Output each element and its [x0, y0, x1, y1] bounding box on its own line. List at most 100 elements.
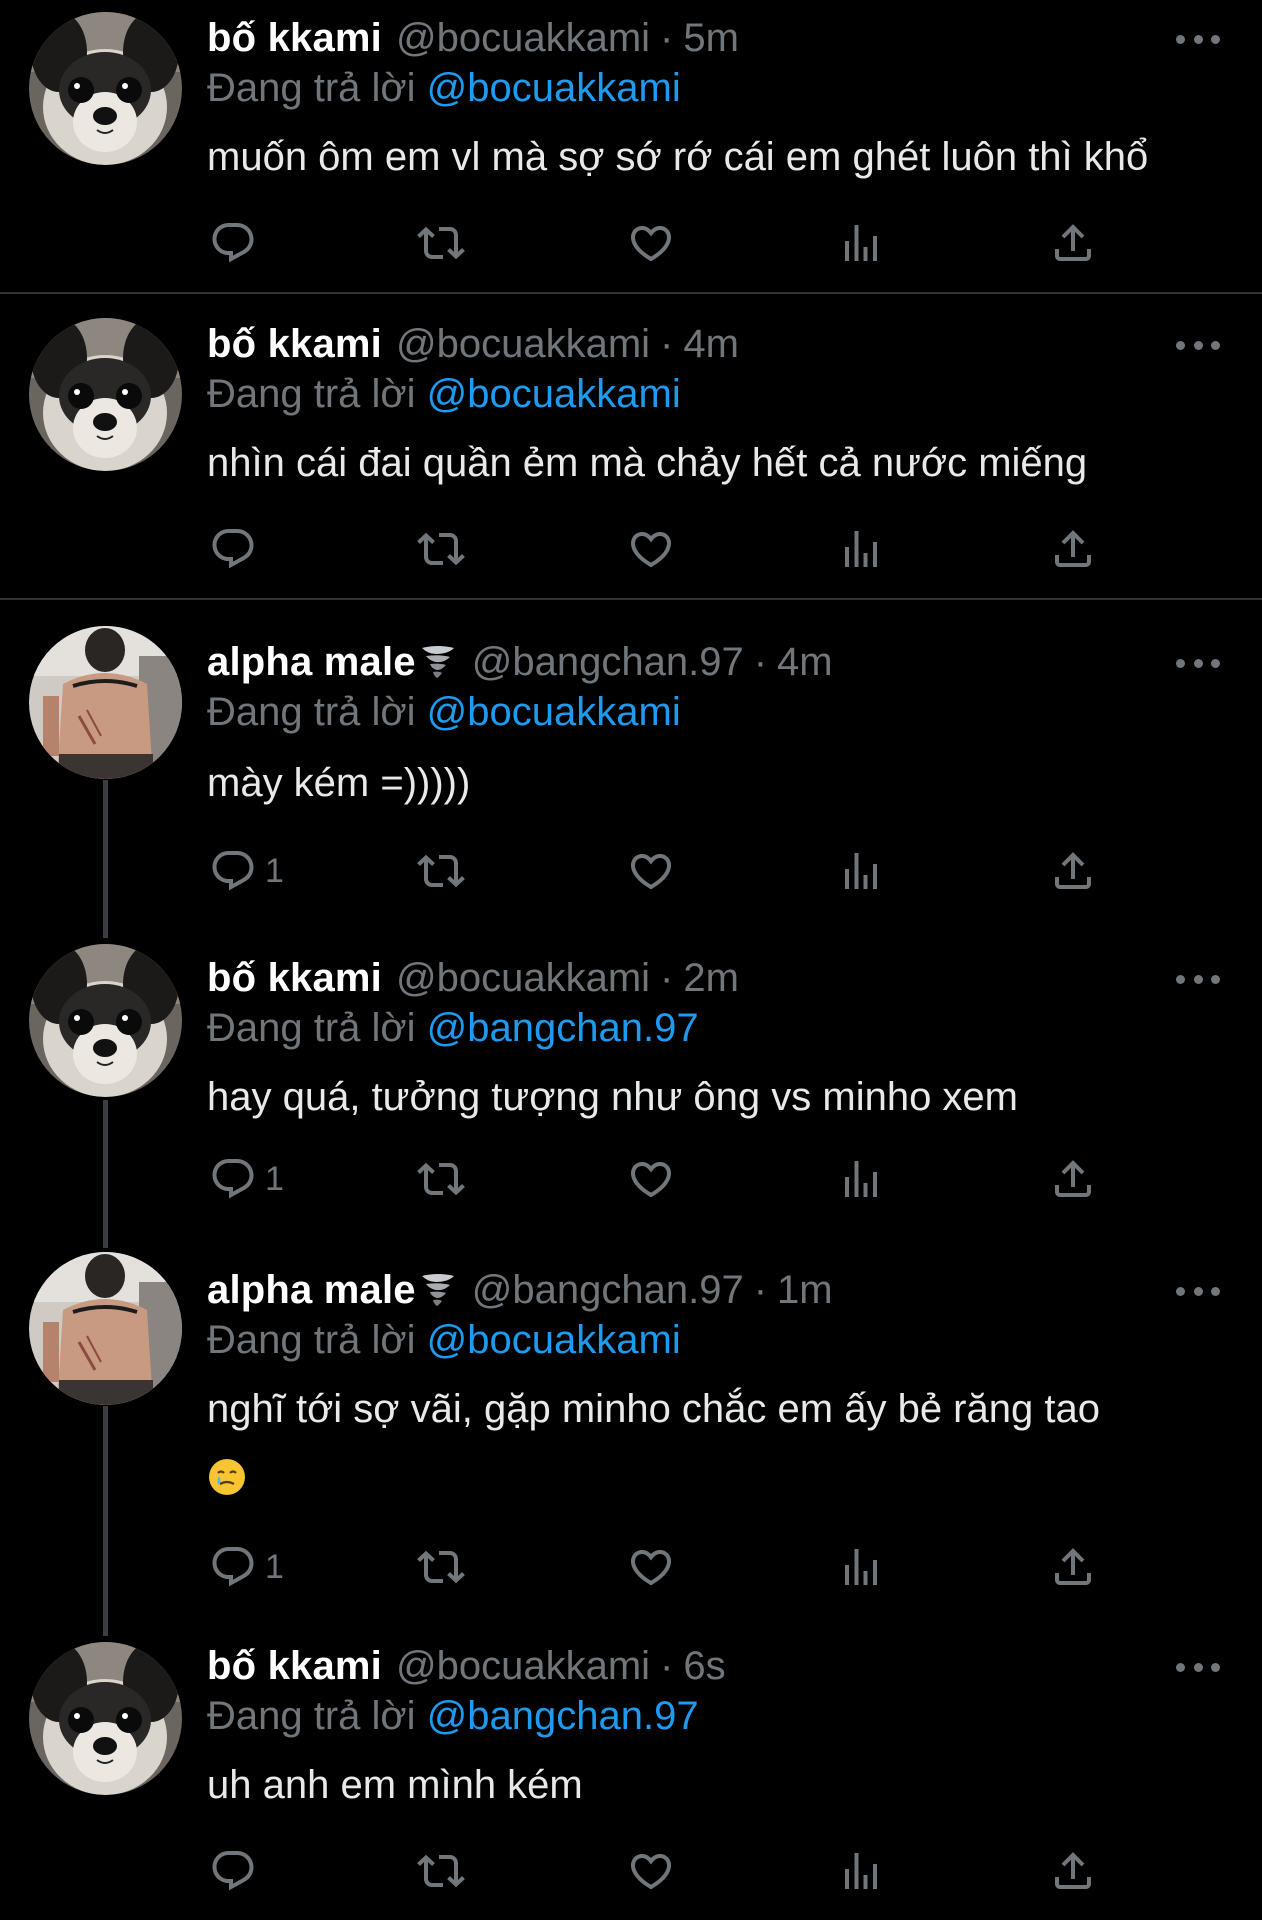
retweet-button[interactable] — [417, 218, 465, 268]
tweet-text: nhìn cái đai quần ẻm mà chảy hết cả nước… — [207, 441, 1088, 485]
tweet[interactable]: bố kkami @bocuakkami · 5m Đang trả lời @… — [0, 0, 1262, 292]
timestamp[interactable]: 4m — [777, 640, 833, 685]
more-options-icon[interactable] — [1176, 1660, 1220, 1674]
reply-icon — [209, 1543, 257, 1591]
reply-mention-link[interactable]: @bangchan.97 — [427, 1006, 699, 1050]
tweet-header: bố kkami @bocuakkami · 2m — [207, 952, 739, 1004]
tweet[interactable]: alpha male @bangchan.97 · 4m Đang trả lờ… — [0, 614, 1262, 934]
tweet-text: hay quá, tưởng tượng như ông vs minho xe… — [207, 1075, 1018, 1119]
avatar[interactable] — [29, 626, 182, 779]
more-options-icon[interactable] — [1176, 1284, 1220, 1298]
views-button[interactable] — [837, 1846, 885, 1896]
reply-button[interactable]: 1 — [209, 1154, 284, 1204]
display-name[interactable]: alpha male — [207, 640, 416, 685]
avatar[interactable] — [29, 944, 182, 1097]
reply-button[interactable] — [209, 218, 265, 268]
tweet[interactable]: bố kkami @bocuakkami · 4m Đang trả lời @… — [0, 298, 1262, 598]
retweet-button[interactable] — [417, 1154, 465, 1204]
views-button[interactable] — [837, 1154, 885, 1204]
more-options-icon[interactable] — [1176, 338, 1220, 352]
views-button[interactable] — [837, 218, 885, 268]
display-name[interactable]: bố kkami — [207, 16, 382, 61]
tweet[interactable]: alpha male @bangchan.97 · 1m Đang trả lờ… — [0, 1244, 1262, 1640]
replying-label: Đang trả lời — [207, 1006, 416, 1050]
retweet-button[interactable] — [417, 524, 465, 574]
reply-button[interactable]: 1 — [209, 846, 284, 896]
share-button[interactable] — [1049, 1154, 1097, 1204]
reply-button[interactable] — [209, 524, 265, 574]
user-handle[interactable]: @bocuakkami — [396, 956, 650, 1001]
tornado-emoji-icon — [418, 1270, 458, 1310]
avatar[interactable] — [29, 1642, 182, 1795]
share-button[interactable] — [1049, 846, 1097, 896]
reply-button[interactable] — [209, 1846, 265, 1896]
more-options-icon[interactable] — [1176, 972, 1220, 986]
person-back-avatar-icon — [29, 626, 182, 779]
separator-dot: · — [753, 1267, 768, 1312]
reply-mention-link[interactable]: @bangchan.97 — [427, 1694, 699, 1738]
timestamp[interactable]: 1m — [777, 1268, 833, 1313]
share-icon — [1049, 1155, 1097, 1203]
like-icon — [627, 525, 675, 573]
user-handle[interactable]: @bocuakkami — [396, 322, 650, 367]
views-button[interactable] — [837, 846, 885, 896]
reply-button[interactable]: 1 — [209, 1542, 284, 1592]
timestamp[interactable]: 4m — [683, 322, 739, 367]
tweet[interactable]: bố kkami @bocuakkami · 6s Đang trả lời @… — [0, 1640, 1262, 1920]
share-button[interactable] — [1049, 524, 1097, 574]
tornado-emoji-icon — [418, 642, 458, 682]
reply-mention-link[interactable]: @bocuakkami — [427, 1318, 681, 1362]
retweet-button[interactable] — [417, 846, 465, 896]
user-handle[interactable]: @bocuakkami — [396, 1644, 650, 1689]
retweet-icon — [417, 219, 465, 267]
replying-to: Đang trả lời @bocuakkami — [207, 1318, 681, 1363]
dog-avatar-icon — [29, 1642, 182, 1795]
display-name[interactable]: alpha male — [207, 1268, 416, 1313]
views-icon — [837, 1155, 885, 1203]
timestamp[interactable]: 6s — [683, 1644, 725, 1689]
timestamp[interactable]: 2m — [683, 956, 739, 1001]
dog-avatar-icon — [29, 318, 182, 471]
views-icon — [837, 219, 885, 267]
views-button[interactable] — [837, 1542, 885, 1592]
like-icon — [627, 1543, 675, 1591]
share-button[interactable] — [1049, 1542, 1097, 1592]
reply-mention-link[interactable]: @bocuakkami — [427, 372, 681, 416]
avatar[interactable] — [29, 1252, 182, 1405]
display-name[interactable]: bố kkami — [207, 1644, 382, 1689]
replying-to: Đang trả lời @bocuakkami — [207, 372, 681, 417]
like-button[interactable] — [627, 524, 675, 574]
avatar[interactable] — [29, 318, 182, 471]
views-button[interactable] — [837, 524, 885, 574]
reply-mention-link[interactable]: @bocuakkami — [427, 690, 681, 734]
more-options-icon[interactable] — [1176, 32, 1220, 46]
tweet[interactable]: bố kkami @bocuakkami · 2m Đang trả lời @… — [0, 934, 1262, 1244]
user-handle[interactable]: @bangchan.97 — [472, 640, 744, 685]
separator-dot: · — [660, 1643, 674, 1688]
user-handle[interactable]: @bangchan.97 — [472, 1268, 744, 1313]
separator-dot: · — [660, 955, 674, 1000]
like-button[interactable] — [627, 1542, 675, 1592]
retweet-button[interactable] — [417, 1846, 465, 1896]
like-button[interactable] — [627, 1846, 675, 1896]
views-icon — [837, 525, 885, 573]
like-button[interactable] — [627, 846, 675, 896]
reply-icon — [209, 1155, 257, 1203]
like-button[interactable] — [627, 218, 675, 268]
dog-avatar-icon — [29, 944, 182, 1097]
tweet-text-body: nghĩ tới sợ vãi, gặp minho chắc em ấy bẻ… — [207, 1387, 1100, 1431]
tweet-text: muốn ôm em vl mà sợ sớ rớ cái em ghét lu… — [207, 135, 1149, 179]
replying-to: Đang trả lời @bangchan.97 — [207, 1006, 699, 1051]
share-icon — [1049, 219, 1097, 267]
avatar[interactable] — [29, 12, 182, 165]
display-name[interactable]: bố kkami — [207, 956, 382, 1001]
share-button[interactable] — [1049, 1846, 1097, 1896]
share-button[interactable] — [1049, 218, 1097, 268]
like-button[interactable] — [627, 1154, 675, 1204]
timestamp[interactable]: 5m — [683, 16, 739, 61]
retweet-button[interactable] — [417, 1542, 465, 1592]
more-options-icon[interactable] — [1176, 656, 1220, 670]
reply-mention-link[interactable]: @bocuakkami — [427, 66, 681, 110]
display-name[interactable]: bố kkami — [207, 322, 382, 367]
user-handle[interactable]: @bocuakkami — [396, 16, 650, 61]
